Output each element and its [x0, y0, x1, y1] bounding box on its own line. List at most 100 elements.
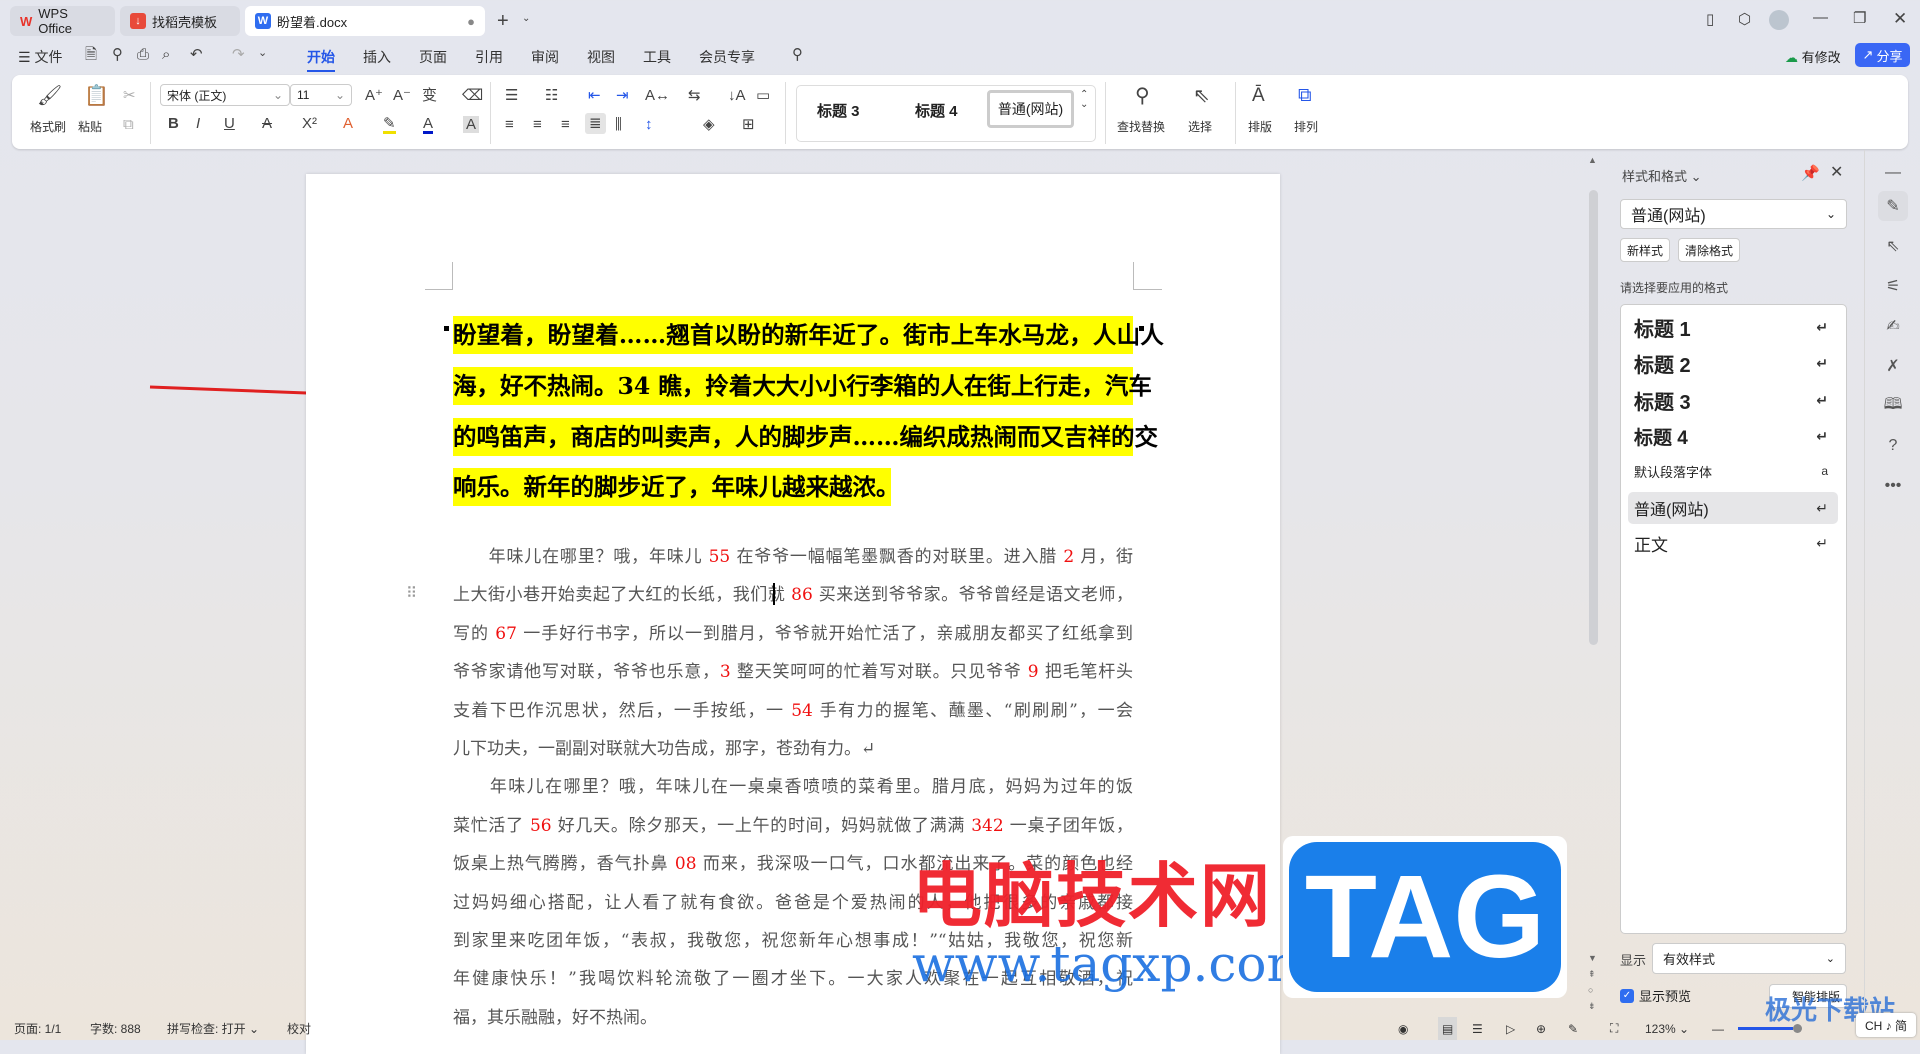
- quick-access-more-icon[interactable]: ⌄: [258, 48, 267, 59]
- reading-icon[interactable]: 🕮: [1878, 391, 1908, 421]
- numbered-list-icon[interactable]: ☷: [545, 88, 558, 103]
- share-link-icon[interactable]: ⚲: [112, 47, 123, 62]
- find-replace-icon[interactable]: ⚲: [1135, 86, 1150, 106]
- justify-icon[interactable]: ≣: [585, 113, 606, 134]
- pinyin-icon[interactable]: 变: [422, 88, 437, 103]
- decrease-font-icon[interactable]: A⁻: [393, 88, 411, 103]
- char-shading-icon[interactable]: A: [463, 116, 480, 133]
- paste-icon[interactable]: 📋: [84, 86, 109, 106]
- font-size-select[interactable]: 11 ⌄: [290, 84, 352, 106]
- highlighted-text-line[interactable]: 的鸣笛声，商店的叫卖声，人的脚步声……编织成热闹而又吉祥的交: [453, 418, 1158, 456]
- collapse-icon[interactable]: —: [1878, 158, 1908, 188]
- paste-button[interactable]: 粘贴: [78, 118, 102, 135]
- play-icon[interactable]: ▷: [1506, 1017, 1515, 1040]
- selection-handle[interactable]: [444, 326, 449, 331]
- increase-font-icon[interactable]: A⁺: [365, 88, 383, 103]
- cube-icon[interactable]: ⬡: [1738, 12, 1751, 27]
- text-direction-icon[interactable]: ⇆: [688, 88, 701, 103]
- ime-indicator[interactable]: CH ♪ 简: [1856, 1013, 1916, 1037]
- pin-icon[interactable]: 📌: [1801, 166, 1820, 181]
- format-painter-button[interactable]: 格式刷: [30, 118, 66, 135]
- body-text-line[interactable]: 写的 67 一手好行书字，所以一到腊月，爷爷就开始忙活了，亲戚朋友都买了红纸拿到: [453, 622, 1133, 646]
- pen-icon[interactable]: ✎: [1568, 1017, 1578, 1040]
- share-button[interactable]: ↗ 分享: [1855, 43, 1910, 67]
- zoom-level[interactable]: 123% ⌄: [1645, 1017, 1689, 1040]
- search-icon[interactable]: ⚲: [792, 47, 803, 62]
- style-heading-4[interactable]: 标题 4: [915, 100, 958, 121]
- select-cursor-icon[interactable]: ⇖: [1878, 231, 1908, 261]
- ruler-icon[interactable]: ▭: [756, 88, 770, 103]
- align-right-icon[interactable]: ≡: [561, 117, 570, 132]
- tab-wps-office[interactable]: W WPS Office: [10, 6, 115, 36]
- page-count[interactable]: 页面: 1/1: [14, 1017, 61, 1040]
- outline-view-icon[interactable]: ☰: [1472, 1017, 1483, 1040]
- distribute-icon[interactable]: ⫼: [615, 117, 622, 132]
- draw-icon[interactable]: ✍: [1878, 311, 1908, 341]
- style-item-heading-2[interactable]: 标题 2 ↵: [1628, 347, 1838, 379]
- gallery-scroll-icon[interactable]: ⌃ ⌄: [1080, 90, 1088, 110]
- style-item-default-font[interactable]: 默认段落字体 a: [1628, 455, 1838, 487]
- arrange-icon[interactable]: ⧉: [1298, 86, 1312, 105]
- fit-page-icon[interactable]: ⛶: [1610, 1017, 1618, 1040]
- body-text-line[interactable]: 爷爷家请他写对联，爷爷也乐意，3 整天笑呵呵的忙着写对联。只见爷爷 9 把毛笔杆…: [453, 660, 1133, 684]
- body-text-line[interactable]: 儿下功夫，一副副对联就大功告成，那字，苍劲有力。↵: [453, 737, 1133, 761]
- align-center-icon[interactable]: ≡: [533, 117, 542, 132]
- tab-member[interactable]: 会员专享: [699, 47, 755, 67]
- drag-handle-icon[interactable]: ⠿: [406, 586, 417, 601]
- panel-title[interactable]: 样式和格式 ⌄: [1622, 166, 1702, 185]
- line-spacing-icon[interactable]: ↕: [645, 117, 653, 132]
- tab-tools[interactable]: 工具: [643, 47, 671, 67]
- clear-format-button[interactable]: 清除格式: [1678, 238, 1741, 262]
- modified-status[interactable]: ☁ 有修改: [1785, 47, 1841, 66]
- border-icon[interactable]: ⊞: [742, 117, 755, 132]
- arrange-button[interactable]: 排列: [1294, 118, 1318, 135]
- bold-icon[interactable]: B: [168, 116, 179, 131]
- adjust-sliders-icon[interactable]: ⚟: [1878, 271, 1908, 301]
- style-item-heading-3[interactable]: 标题 3 ↵: [1628, 384, 1838, 416]
- clear-format-icon[interactable]: ⌫: [462, 88, 483, 103]
- print-icon[interactable]: ⎙: [137, 47, 149, 62]
- body-text-line[interactable]: 支着下巴作沉思状，然后，一手按纸，一 54 手有力的握笔、蘸墨、“刷刷刷”，一会: [453, 699, 1133, 723]
- tab-list-chevron-icon[interactable]: ⌄: [522, 14, 530, 24]
- select-button[interactable]: 选择: [1188, 118, 1212, 135]
- vertical-scrollbar[interactable]: [1589, 190, 1598, 645]
- minimize-icon[interactable]: —: [1813, 10, 1828, 25]
- style-item-heading-1[interactable]: 标题 1 ↵: [1628, 311, 1838, 343]
- font-color-icon[interactable]: A: [423, 116, 434, 134]
- tab-insert[interactable]: 插入: [363, 47, 391, 67]
- tab-home[interactable]: 开始: [307, 47, 335, 72]
- save-icon[interactable]: 🗎: [85, 47, 97, 62]
- superscript-icon[interactable]: X²: [302, 116, 317, 131]
- bullet-list-icon[interactable]: ☰: [505, 88, 518, 103]
- redo-icon[interactable]: ↷: [232, 47, 245, 62]
- page-view-icon[interactable]: ▤: [1438, 1017, 1458, 1040]
- current-style-select[interactable]: 普通(网站) ⌄: [1620, 199, 1847, 229]
- spell-check[interactable]: 拼写检查: 打开 ⌄: [167, 1017, 259, 1040]
- copy-icon[interactable]: ⧉: [123, 117, 134, 132]
- word-count[interactable]: 字数: 888: [90, 1017, 141, 1040]
- tablet-mode-icon[interactable]: ▯: [1706, 12, 1714, 27]
- file-menu[interactable]: ☰ 文件: [18, 47, 62, 67]
- underline-icon[interactable]: U: [224, 116, 235, 131]
- char-spacing-icon[interactable]: A↔: [645, 88, 670, 103]
- new-tab-plus-icon[interactable]: +: [497, 11, 509, 31]
- select-cursor-icon[interactable]: ⇖: [1193, 86, 1210, 106]
- body-text-line[interactable]: 福，其乐融融，好不热闹。: [453, 1006, 1133, 1030]
- restore-icon[interactable]: ❐: [1853, 11, 1866, 26]
- web-view-icon[interactable]: ⊕: [1536, 1017, 1546, 1040]
- proofread[interactable]: 校对: [287, 1017, 311, 1040]
- layout-button[interactable]: 排版: [1248, 118, 1272, 135]
- tools-icon[interactable]: ✗: [1878, 351, 1908, 381]
- text-effect-icon[interactable]: A: [343, 116, 353, 131]
- help-icon[interactable]: ?: [1878, 431, 1908, 461]
- shading-icon[interactable]: ◈: [703, 117, 715, 132]
- decrease-indent-icon[interactable]: ⇤: [588, 88, 601, 103]
- show-preview-checkbox[interactable]: ✓ 显示预览: [1620, 986, 1691, 1005]
- style-item-normal-web[interactable]: 普通(网站) ↵: [1628, 492, 1838, 524]
- close-panel-icon[interactable]: ✕: [1830, 165, 1843, 181]
- body-text-line[interactable]: 年味儿在哪里？哦，年味儿 55 在爷爷一幅幅笔墨飘香的对联里。进入腊 2 月，街: [453, 545, 1133, 569]
- body-text-line[interactable]: 上大街小巷开始卖起了大红的长纸，我们就 86 买来送到爷爷家。爷爷曾经是语文老师…: [453, 583, 1133, 607]
- show-filter-select[interactable]: 有效样式 ⌄: [1652, 943, 1846, 974]
- cut-icon[interactable]: ✂: [123, 88, 136, 103]
- highlighted-text-line[interactable]: 盼望着，盼望着……翘首以盼的新年近了。街市上车水马龙，人山人: [453, 316, 1164, 354]
